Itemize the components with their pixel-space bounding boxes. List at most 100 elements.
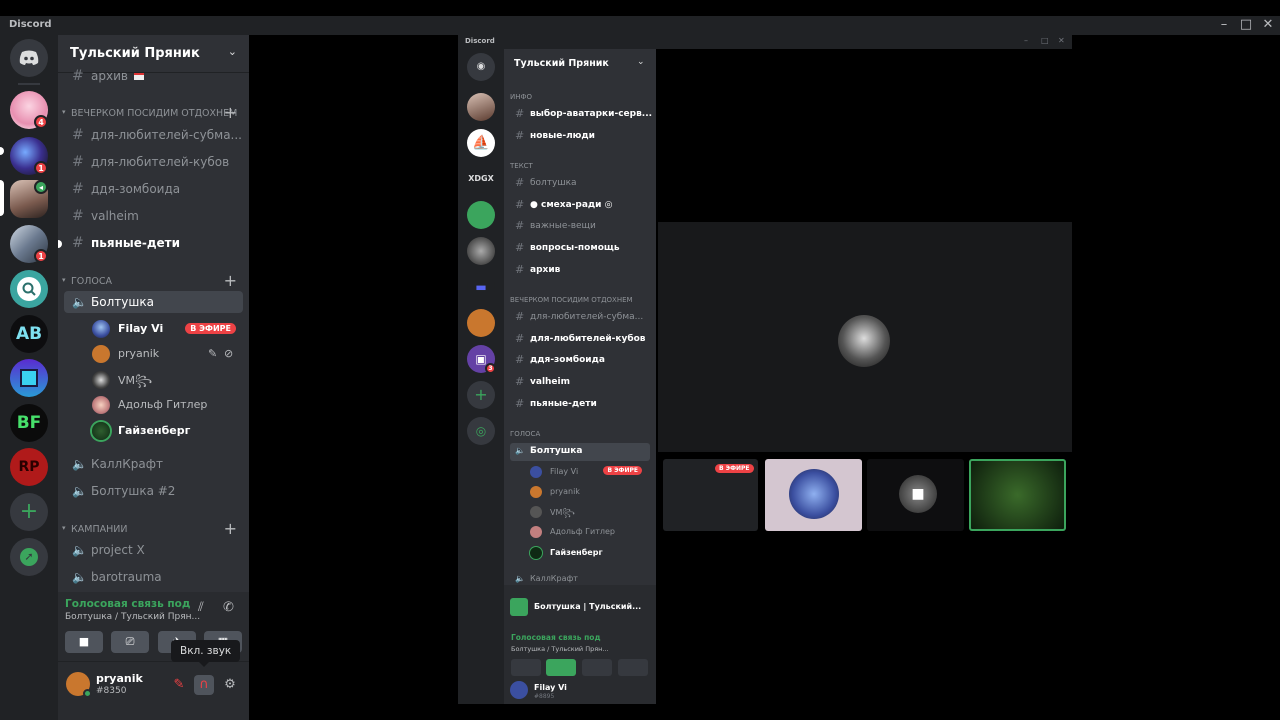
inner-voice-user: Filay Vi В ЭФИРЕ [530, 464, 650, 482]
category-label: вечерком посидим отдохнем [71, 108, 238, 119]
inner-channel: # выбор-аватарки-серв... [515, 107, 653, 120]
stream-capture: Discord – □ ✕ ◉ ⛵ XDGX ▬ ▣ 3 + ◎ Тульски… [458, 35, 1072, 704]
voice-user[interactable]: pryanik ✎ ⊘ [92, 343, 242, 365]
camera-button[interactable]: ■ [65, 631, 103, 653]
inner-channel-sidebar: Тульский Пряник ⌄ инфо # выбор-аватарки-с… [504, 49, 656, 704]
channel-sidebar: Тульский Пряник ⌄ # архив ▾ вечерком пос… [58, 35, 249, 720]
add-channel-icon[interactable]: + [224, 103, 237, 122]
hash-icon: # [72, 154, 84, 170]
inner-category: вечерком посидим отдохнем [510, 296, 633, 304]
rail-divider [18, 83, 40, 85]
voice-channel[interactable]: 🔈 КаллКрафт [64, 453, 243, 475]
inner-folder-icon: ▬ [467, 273, 495, 301]
inner-voice-user: pryanik [530, 484, 650, 502]
inner-server-avatar [467, 309, 495, 337]
channel-archive[interactable]: # архив [64, 65, 243, 87]
explore-compass-icon[interactable]: ➚ [10, 538, 48, 576]
channel-item[interactable]: # ддя-зомбоида [64, 178, 243, 200]
hash-icon: # [72, 127, 84, 143]
inner-maximize-icon: □ [1041, 36, 1049, 45]
server-bf-avatar[interactable]: BF [10, 404, 48, 442]
add-server-icon[interactable]: + [10, 493, 48, 531]
category-campaigns[interactable]: ▾ кампании + [58, 519, 249, 539]
live-badge: В ЭФИРЕ [185, 323, 236, 334]
hash-icon: # [72, 208, 84, 224]
voice-channel[interactable]: 🔈 barotrauma [64, 566, 243, 588]
inner-guild-name: Тульский Пряник [514, 58, 609, 69]
channel-item[interactable]: # пьяные-дети [64, 232, 243, 254]
inner-compass-icon: ◎ [467, 417, 495, 445]
inner-stream-label: Болтушка | Тульский... [534, 602, 642, 611]
channel-item[interactable]: # valheim [64, 205, 243, 227]
stream-tile: В ЭФИРЕ [663, 459, 758, 531]
server-ab-avatar[interactable]: AB [10, 315, 48, 353]
maximize-icon[interactable]: □ [1238, 17, 1254, 33]
voice-status: Голосовая связь под [65, 598, 191, 610]
speaker-avatar [838, 315, 890, 367]
close-icon[interactable]: ✕ [1260, 17, 1276, 33]
channel-label: пьяные-дети [91, 236, 181, 250]
server-rp-avatar[interactable]: RP [10, 448, 48, 486]
add-channel-icon[interactable]: + [224, 519, 237, 538]
add-channel-icon[interactable]: + [224, 271, 237, 290]
voice-channel-link[interactable]: Болтушка / Тульский Прян... [65, 612, 200, 622]
minimize-icon[interactable]: – [1216, 17, 1232, 33]
mention-badge: 4 [34, 115, 48, 129]
tile-live-badge: В ЭФИРЕ [715, 464, 754, 473]
inner-channel: # ● смеха-ради ◎ [515, 198, 613, 211]
voice-channel[interactable]: 🔈 project X [64, 539, 243, 561]
server-rail: 4 1 ◂ 1 AB BF RP + ➚ [0, 35, 58, 720]
inner-minimize-icon: – [1024, 36, 1028, 45]
selected-pill [0, 180, 4, 216]
home-discord-icon[interactable] [10, 39, 48, 77]
screen-share-button[interactable]: ⎚ [111, 631, 149, 653]
category-voices[interactable]: ▾ голоса + [58, 271, 249, 291]
user-tile [765, 459, 862, 531]
voice-user[interactable]: Адольф Гитлер [92, 394, 242, 416]
server-magnifier-avatar[interactable] [10, 270, 48, 308]
channel-label: Болтушка #2 [91, 484, 176, 498]
inner-xdgx-avatar: XDGX [467, 165, 495, 193]
inner-voice-channel: 🔈 Болтушка [510, 443, 650, 461]
inner-add-icon: + [467, 381, 495, 409]
inner-voice-user: VM꧂ [530, 504, 650, 522]
voice-user[interactable]: Filay Vi В ЭФИРЕ [92, 318, 242, 340]
caret-icon: ▾ [62, 276, 66, 284]
inner-category: голоса [510, 430, 541, 438]
channel-item[interactable]: # для-любителей-кубов [64, 151, 243, 173]
avatar [92, 320, 110, 338]
voice-user-name: VM꧂ [118, 374, 153, 387]
muted-mic-icon[interactable]: ✎ [169, 675, 189, 695]
voice-user[interactable]: Гайзенберг [92, 420, 242, 442]
deafened-headphones-icon[interactable]: ∩ [194, 675, 214, 695]
category-evening[interactable]: ▾ вечерком посидим отдохнем + [58, 103, 249, 123]
inner-channel: # ддя-зомбоида [515, 353, 605, 366]
chevron-down-icon: ⌄ [227, 45, 237, 58]
hash-icon: # [72, 68, 84, 84]
disconnect-icon[interactable]: ✆ [223, 600, 234, 615]
server-pixel-avatar[interactable] [10, 359, 48, 397]
speaker-icon: 🔈 [72, 484, 87, 498]
inner-stage [658, 222, 1072, 452]
speaker-icon: 🔈 [72, 295, 87, 309]
inner-server-avatar [467, 237, 495, 265]
app-title: Discord [9, 19, 52, 30]
voice-user[interactable]: VM꧂ [92, 369, 242, 391]
settings-gear-icon[interactable]: ⚙ [220, 675, 240, 695]
channel-label: для-любителей-субма... [91, 128, 242, 142]
inner-channel: # пьяные-дети [515, 397, 597, 410]
hash-icon: # [72, 181, 84, 197]
hash-icon: # [72, 235, 84, 251]
avatar [92, 371, 110, 389]
voice-user-name: Filay Vi [118, 322, 164, 335]
user-name: pryanik [96, 672, 143, 685]
noise-suppression-icon[interactable]: ⫽ [198, 600, 204, 615]
category-label: кампании [71, 524, 128, 535]
unread-indicator [58, 240, 62, 248]
inner-server-rail: ◉ ⛵ XDGX ▬ ▣ 3 + ◎ [458, 49, 504, 704]
inner-user-name: Filay Vi [534, 683, 567, 692]
voice-channel[interactable]: 🔈 Болтушка #2 [64, 480, 243, 502]
voice-channel-active[interactable]: 🔈 Болтушка [64, 291, 243, 313]
channel-item[interactable]: # для-любителей-субма... [64, 124, 243, 146]
inner-badge: 3 [485, 363, 496, 374]
